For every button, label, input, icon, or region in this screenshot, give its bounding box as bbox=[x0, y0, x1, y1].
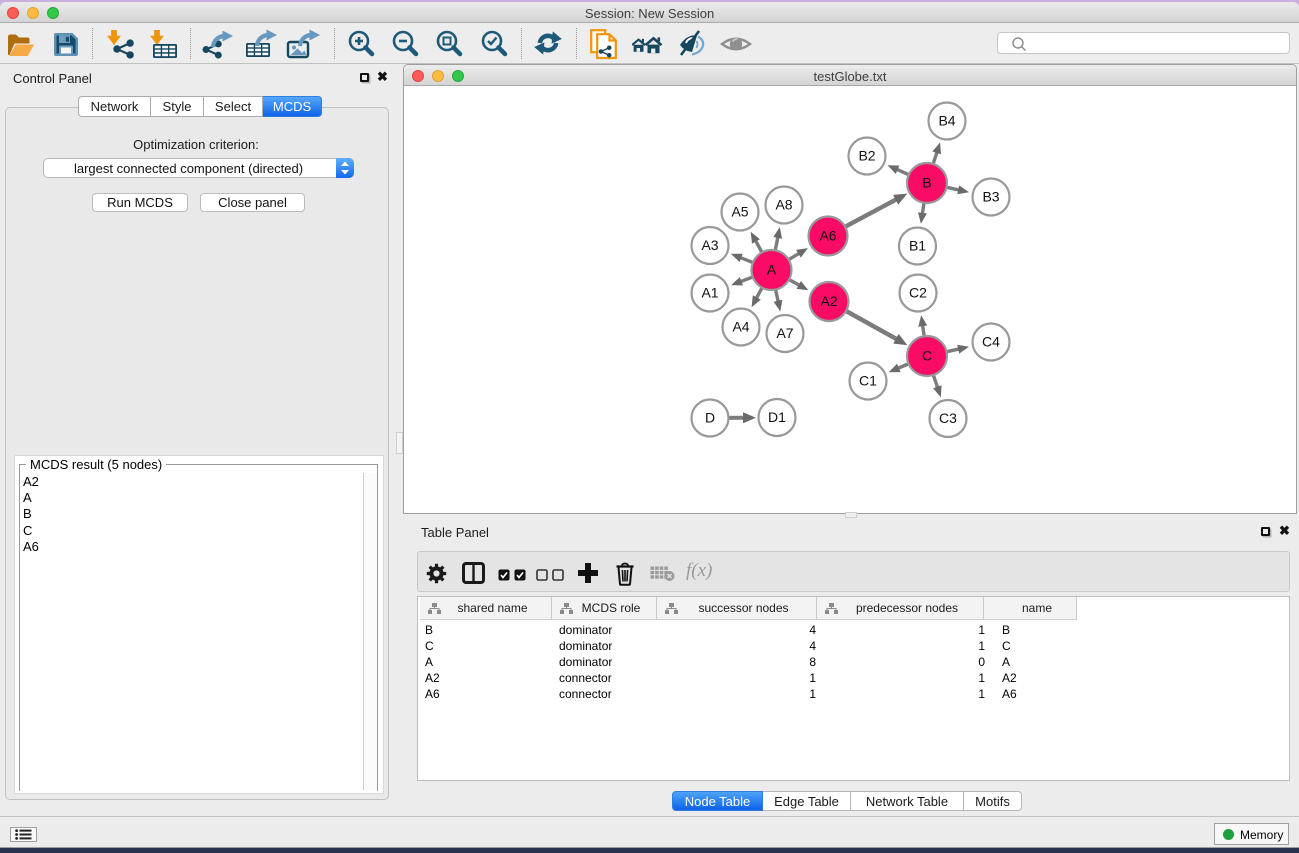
svg-text:C: C bbox=[922, 348, 932, 364]
svg-text:D1: D1 bbox=[768, 409, 786, 425]
svg-text:C2: C2 bbox=[909, 285, 927, 301]
svg-text:B1: B1 bbox=[909, 238, 926, 254]
svg-text:B2: B2 bbox=[858, 148, 875, 164]
svg-text:D: D bbox=[705, 410, 715, 426]
svg-text:A: A bbox=[767, 262, 777, 278]
svg-text:A6: A6 bbox=[819, 228, 836, 244]
svg-text:A3: A3 bbox=[701, 237, 718, 253]
svg-text:A7: A7 bbox=[776, 325, 793, 341]
svg-text:A4: A4 bbox=[732, 319, 749, 335]
svg-text:A5: A5 bbox=[731, 204, 748, 220]
svg-text:A2: A2 bbox=[820, 293, 837, 309]
svg-text:A8: A8 bbox=[775, 197, 792, 213]
svg-text:A1: A1 bbox=[701, 285, 718, 301]
svg-text:C1: C1 bbox=[859, 373, 877, 389]
svg-text:C4: C4 bbox=[982, 334, 1000, 350]
svg-text:B3: B3 bbox=[982, 189, 999, 205]
svg-text:C3: C3 bbox=[939, 410, 957, 426]
svg-text:B4: B4 bbox=[938, 113, 955, 129]
svg-text:B: B bbox=[922, 175, 931, 191]
